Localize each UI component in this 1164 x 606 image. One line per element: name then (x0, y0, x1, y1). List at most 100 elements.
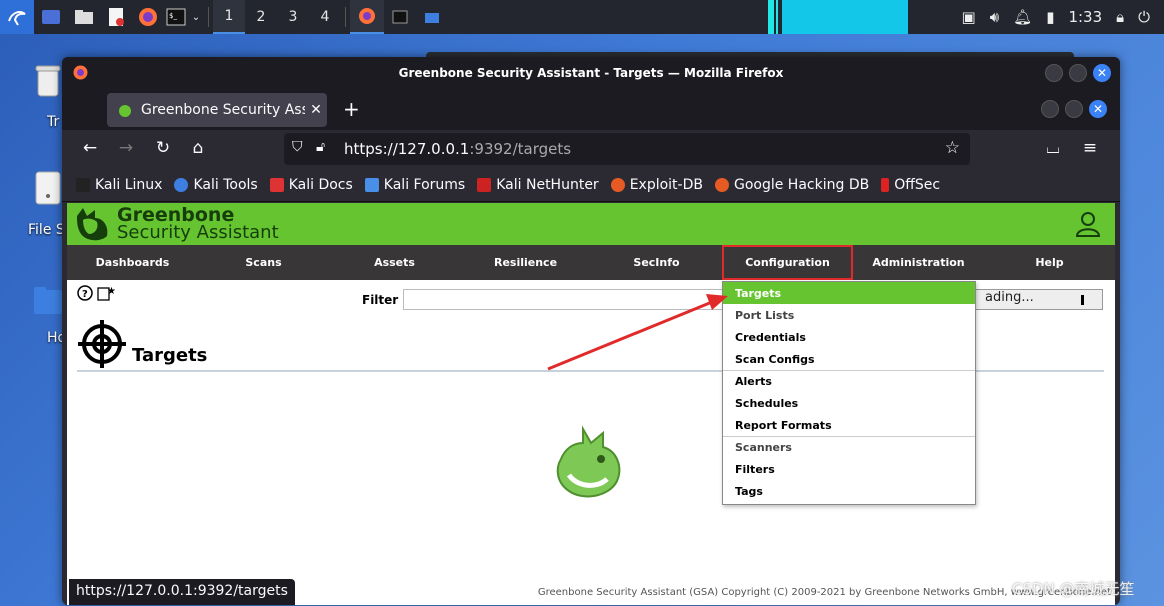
menu-secinfo[interactable]: SecInfo (591, 245, 722, 280)
kali-forums-icon (364, 177, 379, 192)
inner-maximize-button[interactable] (1065, 100, 1083, 118)
inner-close-button[interactable]: ✕ (1089, 100, 1107, 118)
bookmark-kali-docs[interactable]: Kali Docs (269, 176, 353, 193)
window-minimize-button[interactable] (1045, 64, 1063, 82)
text-editor-icon (109, 8, 124, 26)
greenbone-dragon-logo-icon (77, 208, 108, 241)
show-desktop-button[interactable] (34, 0, 68, 34)
new-target-icon[interactable]: ★ (97, 285, 115, 301)
workspace-3[interactable]: 3 (277, 0, 309, 34)
chevron-down-icon: ⌄ (191, 11, 201, 23)
window-close-button[interactable]: ✕ (1093, 64, 1111, 82)
bookmark-exploit-db[interactable]: Exploit-DB (610, 177, 703, 193)
text-editor-launcher[interactable] (100, 0, 132, 34)
offsec-icon (881, 177, 890, 192)
menu-resilience[interactable]: Resilience (460, 245, 591, 280)
network-graph (782, 0, 908, 34)
menu-scans[interactable]: Scans (198, 245, 329, 280)
firefox-icon (359, 8, 375, 24)
ghdb-icon (714, 177, 729, 192)
volume-icon[interactable]: 🔊︎ (990, 8, 999, 26)
home-icon[interactable]: ⌂ (187, 138, 209, 158)
bookmark-kali-linux[interactable]: Kali Linux (76, 177, 162, 193)
workspace-2[interactable]: 2 (245, 0, 277, 34)
dropdown-item-schedules[interactable]: Schedules (723, 392, 975, 414)
clock[interactable]: 1:33 (1068, 8, 1102, 26)
inner-minimize-button[interactable] (1041, 100, 1059, 118)
bookmark-kali-tools[interactable]: Kali Tools (174, 177, 258, 193)
menu-dashboards[interactable]: Dashboards (67, 245, 198, 280)
configuration-dropdown: Targets Port Lists Credentials Scan Conf… (722, 281, 976, 505)
menu-help[interactable]: Help (984, 245, 1115, 280)
dropdown-item-targets[interactable]: Targets (723, 282, 975, 304)
loading-text: ading... (985, 290, 1034, 305)
home-folder-icon (34, 287, 62, 314)
bookmark-google-hacking-db[interactable]: Google Hacking DB (714, 177, 869, 193)
hamburger-menu-icon[interactable]: ≡ (1079, 138, 1101, 158)
url-bar[interactable]: ⛉ 🔓︎ https://127.0.0.1:9392/targets ☆ (284, 133, 970, 165)
dropdown-item-tags[interactable]: Tags (723, 480, 975, 502)
dropdown-item-credentials[interactable]: Credentials (723, 326, 975, 348)
dropdown-item-report-formats[interactable]: Report Formats (723, 414, 975, 436)
workspace-1[interactable]: 1 (213, 0, 245, 34)
bookmark-kali-nethunter[interactable]: Kali NetHunter (477, 177, 599, 193)
dropdown-item-alerts[interactable]: Alerts (723, 370, 975, 392)
reload-icon[interactable]: ↻ (152, 138, 174, 158)
loading-caret (1081, 295, 1084, 305)
power-icon[interactable]: ⏻ (1138, 8, 1150, 26)
filter-loading-box[interactable]: ading... (972, 289, 1103, 310)
dropdown-item-scan-configs[interactable]: Scan Configs (723, 348, 975, 370)
terminal-launcher[interactable]: $_ (164, 0, 188, 34)
workspace-4[interactable]: 4 (309, 0, 341, 34)
watermark: CSDN @南城无笙 (1012, 580, 1135, 598)
dropdown-item-port-lists[interactable]: Port Lists (723, 304, 975, 326)
task-file-manager[interactable] (416, 0, 448, 34)
firefox-icon (73, 65, 88, 80)
bookmark-offsec[interactable]: OffSec (881, 177, 940, 193)
forward-arrow-icon[interactable]: → (115, 138, 137, 158)
lock-warning-icon[interactable]: 🔓︎ (316, 139, 325, 155)
help-icon[interactable]: ? (77, 285, 93, 301)
shield-icon[interactable]: ⛉ (292, 139, 303, 155)
task-terminal[interactable] (384, 0, 416, 34)
screen-icon[interactable]: ▣ (962, 8, 976, 26)
tab-close-icon[interactable]: ✕ (305, 102, 327, 118)
tab-greenbone[interactable]: Greenbone Security Assist ✕ (107, 93, 327, 127)
url-path: :9392/targets (469, 140, 572, 158)
task-firefox[interactable] (350, 0, 384, 34)
close-icon: ✕ (1096, 66, 1108, 80)
brand-subtitle: Security Assistant (117, 222, 279, 243)
bookmark-star-icon[interactable]: ☆ (945, 138, 960, 158)
kali-docs-icon (269, 177, 284, 192)
svg-text:$_: $_ (169, 12, 177, 20)
drive-icon (35, 171, 61, 205)
new-tab-button[interactable]: + (343, 97, 360, 121)
kali-menu-button[interactable] (0, 0, 34, 34)
firefox-window: Greenbone Security Assistant - Targets —… (62, 57, 1120, 605)
file-manager-launcher[interactable] (68, 0, 100, 34)
bookmark-label: Kali Forums (383, 176, 466, 193)
notification-bell-icon[interactable]: 🔔︎ (1013, 8, 1032, 26)
dropdown-item-scanners[interactable]: Scanners (723, 436, 975, 458)
firefox-launcher[interactable] (132, 0, 164, 34)
back-arrow-icon[interactable]: ← (79, 138, 101, 158)
pocket-icon[interactable]: ⌴ (1042, 138, 1064, 158)
bookmark-label: Kali Docs (288, 176, 353, 193)
menu-assets[interactable]: Assets (329, 245, 460, 280)
gsa-main-menu: Dashboards Scans Assets Resilience SecIn… (67, 245, 1115, 280)
menu-configuration[interactable]: Configuration (722, 245, 853, 280)
bookmark-kali-forums[interactable]: Kali Forums (364, 176, 466, 193)
dropdown-item-filters[interactable]: Filters (723, 458, 975, 480)
user-icon[interactable] (1075, 211, 1101, 237)
exploit-db-icon (610, 177, 625, 192)
battery-icon[interactable]: ▮ (1046, 8, 1054, 26)
lock-icon[interactable]: 🔒︎ (1116, 8, 1124, 26)
page-toolbar: ? ★ (77, 285, 115, 301)
page-title: Targets (132, 345, 208, 366)
launcher-dropdown[interactable]: ⌄ (188, 0, 204, 34)
window-maximize-button[interactable] (1069, 64, 1087, 82)
menu-administration[interactable]: Administration (853, 245, 984, 280)
trash-icon (35, 65, 61, 97)
filter-label: Filter (362, 293, 399, 307)
bookmark-label: OffSec (894, 176, 941, 193)
